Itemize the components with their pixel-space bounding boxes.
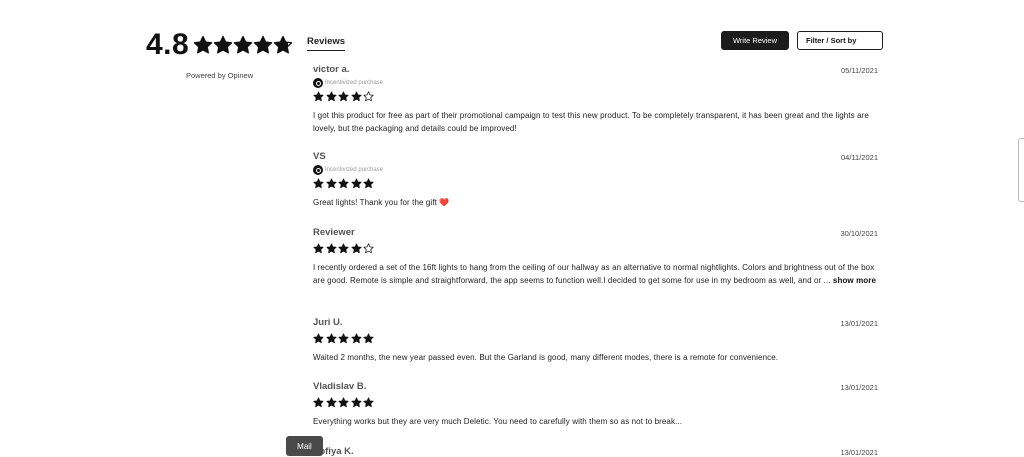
star-partial-icon	[273, 35, 293, 55]
star-filled-icon	[233, 35, 253, 55]
star-filled-icon	[213, 35, 233, 55]
star-filled-icon	[350, 178, 362, 189]
star-filled-icon	[338, 333, 349, 344]
incentivized-icon	[313, 78, 323, 88]
review-item: Vladislav B. 13/01/2021 Everything works…	[313, 381, 878, 428]
review-text-wrap: Great lights! Thank you for the gift ❤️	[313, 196, 878, 209]
review-text-wrap: I recently ordered a set of the 16ft lig…	[313, 261, 878, 287]
review-stars	[313, 91, 878, 102]
reviewer-name: Reviewer	[313, 227, 355, 238]
star-empty-icon	[363, 91, 374, 102]
star-filled-icon	[363, 333, 374, 344]
star-filled-icon	[338, 243, 349, 254]
mail-button[interactable]: Mail	[286, 436, 323, 456]
star-filled-icon	[350, 243, 362, 254]
review-date: 13/01/2021	[840, 383, 878, 392]
powered-by-label: Powered by Opinew	[186, 71, 254, 80]
heart-emoji: ❤️	[439, 198, 450, 207]
star-filled-icon	[338, 397, 349, 408]
review-date: 13/01/2021	[840, 319, 878, 328]
review-stars	[313, 243, 878, 254]
star-filled-icon	[350, 333, 362, 344]
star-filled-icon	[313, 333, 324, 344]
review-item: victor a. 05/11/2021 Incentivized purcha…	[313, 64, 878, 135]
tab-reviews[interactable]: Reviews	[307, 36, 346, 51]
review-text: I got this product for free as part of t…	[313, 111, 869, 133]
star-empty-icon	[363, 243, 374, 254]
star-filled-icon	[325, 243, 337, 254]
incentivized-badge: Incentivized purchase	[313, 165, 878, 175]
star-filled-icon	[325, 333, 337, 344]
reviewer-name: Sofiya K.	[313, 446, 354, 457]
star-filled-icon	[325, 178, 337, 189]
review-text: Great lights! Thank you for the gift	[313, 198, 437, 207]
review-stars	[313, 333, 878, 344]
review-item: Reviewer 30/10/2021 I recently ordered a…	[313, 227, 878, 287]
star-filled-icon	[350, 91, 362, 102]
review-stars	[313, 178, 878, 189]
review-item: Juri U. 13/01/2021 Waited 2 months, the …	[313, 317, 878, 364]
incentivized-icon	[313, 165, 323, 175]
review-date: 30/10/2021	[840, 229, 878, 238]
review-stars	[313, 397, 878, 408]
side-tab-handle[interactable]	[1018, 138, 1024, 202]
filter-sort-button[interactable]: Filter / Sort by	[797, 31, 883, 50]
reviewer-name: victor a.	[313, 64, 350, 75]
review-text: Waited 2 months, the new year passed eve…	[313, 353, 779, 362]
average-stars	[193, 35, 293, 55]
reviewer-name: Vladislav B.	[313, 381, 367, 392]
star-filled-icon	[325, 397, 337, 408]
star-filled-icon	[193, 35, 213, 55]
star-filled-icon	[313, 178, 324, 189]
star-filled-icon	[313, 91, 324, 102]
star-filled-icon	[253, 35, 273, 55]
incentivized-label: Incentivized purchase	[325, 80, 384, 86]
review-item: Sofiya K. 13/01/2021	[313, 446, 878, 457]
rating-summary: 4.8	[146, 28, 296, 62]
star-filled-icon	[313, 397, 324, 408]
incentivized-badge: Incentivized purchase	[313, 78, 878, 88]
star-filled-icon	[363, 178, 374, 189]
incentivized-label: Incentivized purchase	[325, 167, 384, 173]
star-filled-icon	[350, 397, 362, 408]
star-filled-icon	[338, 91, 349, 102]
show-more-link[interactable]: show more	[833, 276, 876, 285]
review-date: 04/11/2021	[841, 153, 878, 162]
star-filled-icon	[325, 91, 337, 102]
review-date: 05/11/2021	[841, 66, 878, 75]
star-filled-icon	[313, 243, 324, 254]
review-text: I recently ordered a set of the 16ft lig…	[313, 263, 875, 285]
star-filled-icon	[363, 397, 374, 408]
star-filled-icon	[338, 178, 349, 189]
review-item: VS 04/11/2021 Incentivized purchase Grea…	[313, 151, 878, 209]
reviewer-name: VS	[313, 151, 326, 162]
average-rating: 4.8	[146, 28, 190, 61]
write-review-button[interactable]: Write Review	[721, 31, 789, 50]
reviewer-name: Juri U.	[313, 317, 343, 328]
review-text: Everything works but they are very much …	[313, 417, 683, 426]
